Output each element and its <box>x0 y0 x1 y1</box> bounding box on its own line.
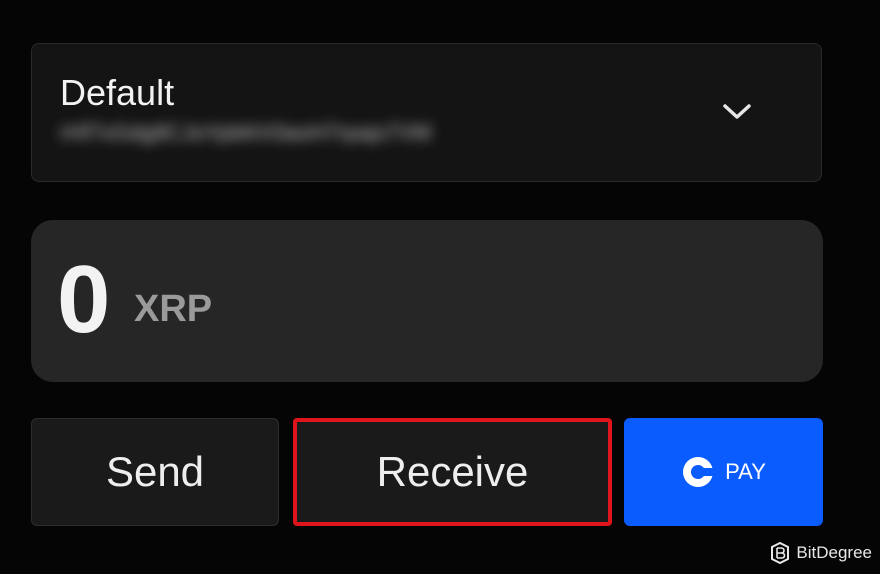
balance-card: 0 XRP <box>31 220 823 382</box>
account-name: Default <box>60 72 175 113</box>
coinbase-pay-button[interactable]: PAY <box>624 418 823 526</box>
bitdegree-logo-icon <box>771 542 790 564</box>
send-button[interactable]: Send <box>31 418 279 526</box>
account-selector[interactable]: Default rHf7xGdg8CJoYpbKH3aoH7rpajs7VM <box>31 43 822 182</box>
watermark-text: BitDegree <box>796 543 872 562</box>
send-button-label: Send <box>105 448 205 495</box>
watermark: BitDegree <box>770 542 872 564</box>
receive-button[interactable]: Receive <box>293 418 612 526</box>
balance-amount: 0 <box>57 246 111 353</box>
page: Default rHf7xGdg8CJoYpbKH3aoH7rpajs7VM 0… <box>0 0 880 574</box>
coinbase-pay-icon <box>683 457 715 487</box>
receive-button-label: Receive <box>376 448 529 495</box>
chevron-down-icon[interactable] <box>722 96 752 126</box>
balance-currency: XRP <box>134 288 213 330</box>
pay-button-label: PAY <box>725 459 766 484</box>
account-address: rHf7xGdg8CJoYpbKH3aoH7rpajs7VM <box>60 120 432 144</box>
